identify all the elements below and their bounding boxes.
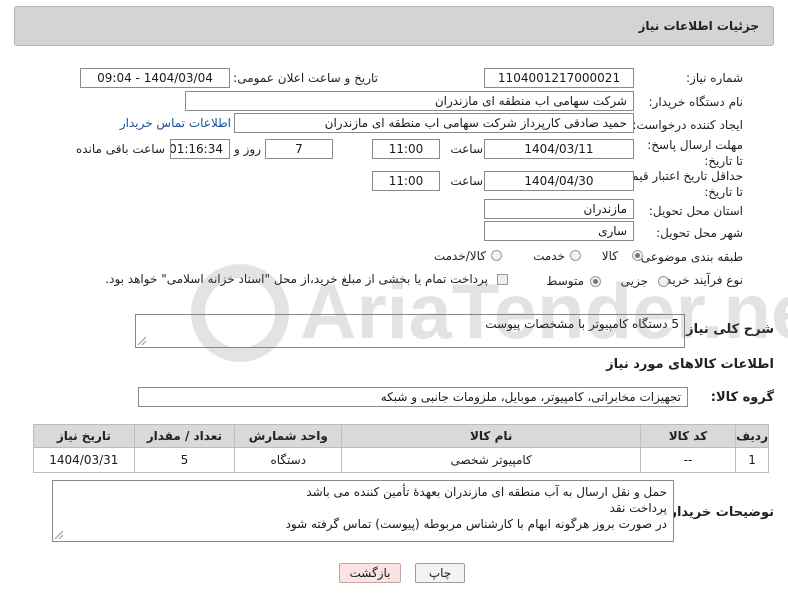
col-name: نام کالا <box>341 424 641 448</box>
creator-label: ایجاد کننده درخواست: <box>632 118 743 132</box>
back-button[interactable]: بازگشت <box>339 563 401 583</box>
cell-qty: 5 <box>133 447 236 473</box>
buyer-notes-field[interactable]: حمل و نقل ارسال به آب منطقه ای مازندران … <box>52 480 674 542</box>
table-row: 1 -- کامپیوتر شخصی دستگاه 5 1404/03/31 <box>33 447 769 473</box>
cell-row: 1 <box>735 447 769 473</box>
buyer-notes-line-2: پرداخت نقد <box>609 501 667 515</box>
category-radio-goods[interactable] <box>632 250 643 261</box>
panel-title: جزئیات اطلاعات نیاز <box>638 19 759 33</box>
header-panel: جزئیات اطلاعات نیاز <box>14 6 774 46</box>
goods-section-title: اطلاعات کالاهای مورد نیاز <box>606 357 774 372</box>
process-option-medium: متوسط <box>546 274 584 288</box>
buyer-notes-line-1: حمل و نقل ارسال به آب منطقه ای مازندران … <box>306 485 667 499</box>
need-number-field: 1104001217000021 <box>484 68 634 88</box>
city-label: شهر محل تحویل: <box>656 226 743 240</box>
buyer-org-label: نام دستگاه خریدار: <box>648 95 744 109</box>
buyer-notes-label: توضیحات خریدار: <box>664 505 774 520</box>
cell-date: 1404/03/31 <box>33 447 135 473</box>
goods-table: ردیف کد کالا نام کالا واحد شمارش تعداد /… <box>33 424 769 473</box>
process-radio-medium[interactable] <box>590 276 601 287</box>
goods-group-field: تجهیزات مخابراتی، کامپیوتر، موبایل، ملزو… <box>138 387 688 407</box>
province-field: مازندران <box>484 199 634 219</box>
process-radio-partial[interactable] <box>658 276 669 287</box>
cell-name: کامپیوتر شخصی <box>341 447 641 473</box>
description-label: شرح کلی نیاز: <box>680 322 774 337</box>
category-label: طبقه بندی موضوعی: <box>636 250 743 264</box>
resize-grip-icon[interactable] <box>55 531 63 539</box>
remaining-time-field: 01:16:34 <box>170 139 230 159</box>
print-button[interactable]: چاپ <box>415 563 465 583</box>
city-field: ساری <box>484 221 634 241</box>
validity-time-field: 11:00 <box>372 171 440 191</box>
category-radio-goods-service[interactable] <box>491 250 502 261</box>
category-radio-service[interactable] <box>570 250 581 261</box>
days-field: 7 <box>265 139 333 159</box>
cell-code: -- <box>639 447 737 473</box>
buyer-org-field: شرکت سهامی اب منطقه ای مازندران <box>185 91 634 111</box>
col-unit: واحد شمارش <box>234 424 343 448</box>
days-label: روز و <box>234 142 261 156</box>
deadline-time-field: 11:00 <box>372 139 440 159</box>
goods-group-label: گروه کالا: <box>710 390 774 405</box>
remaining-label: ساعت باقی مانده <box>75 142 165 156</box>
treasury-payment-note: پرداخت تمام یا بخشی از مبلغ خرید،از محل … <box>105 272 488 286</box>
announce-label: تاریخ و ساعت اعلان عمومی: <box>233 71 378 85</box>
process-label: نوع فرآیند خرید : <box>658 273 743 287</box>
category-option-goods-service: کالا/خدمت <box>433 249 486 263</box>
process-option-partial: جزیی <box>620 274 648 288</box>
description-text: 5 دستگاه کامپیوتر با مشخصات پیوست <box>485 317 679 331</box>
goods-table-header: ردیف کد کالا نام کالا واحد شمارش تعداد /… <box>33 424 769 448</box>
buyer-notes-line-3: در صورت بروز هرگونه ابهام با کارشناس مرب… <box>285 517 667 531</box>
creator-field: حمید صادقی کارپرداز شرکت سهامی اب منطقه … <box>234 113 634 133</box>
col-code: کد کالا <box>639 424 737 448</box>
treasury-payment-checkbox[interactable] <box>497 274 508 285</box>
need-number-label: شماره نیاز: <box>686 71 743 85</box>
col-date: تاریخ نیاز <box>33 424 135 448</box>
deadline-date-field: 1404/03/11 <box>484 139 634 159</box>
description-field[interactable]: 5 دستگاه کامپیوتر با مشخصات پیوست <box>135 314 685 348</box>
cell-unit: دستگاه <box>234 447 343 473</box>
col-row: ردیف <box>735 424 769 448</box>
resize-grip-icon[interactable] <box>138 337 146 345</box>
category-option-goods: کالا <box>601 249 618 263</box>
validity-time-label: ساعت <box>450 174 483 188</box>
announce-field: 1404/03/04 - 09:04 <box>80 68 230 88</box>
province-label: استان محل تحویل: <box>648 204 743 218</box>
category-option-service: خدمت <box>533 249 565 263</box>
deadline-label: مهلت ارسال پاسخ: تا تاریخ: <box>647 138 743 168</box>
deadline-time-label: ساعت <box>450 142 483 156</box>
validity-date-field: 1404/04/30 <box>484 171 634 191</box>
buyer-contact-link[interactable]: اطلاعات تماس خریدار <box>120 116 231 130</box>
col-qty: تعداد / مقدار <box>133 424 236 448</box>
